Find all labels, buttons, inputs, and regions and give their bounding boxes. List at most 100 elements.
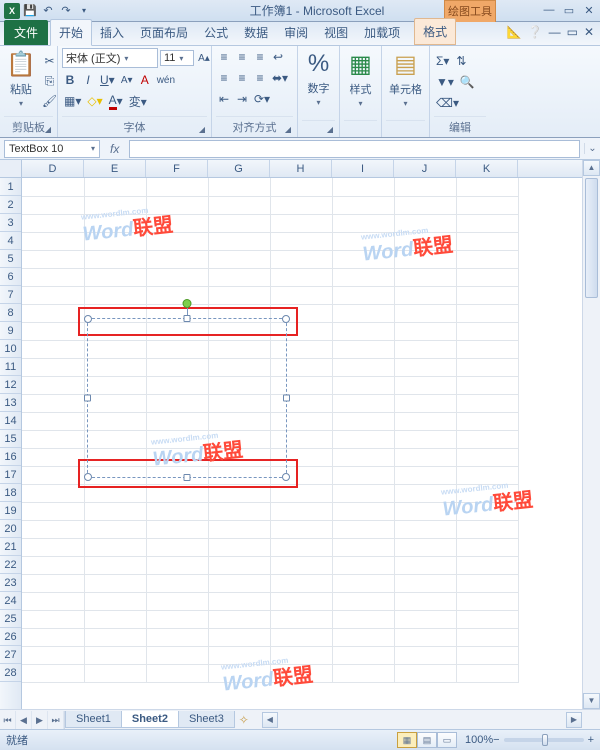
fill-icon[interactable]: ▼▾ <box>434 73 456 91</box>
scroll-up-button[interactable]: ▲ <box>583 160 600 176</box>
cell[interactable] <box>332 394 394 412</box>
cell[interactable] <box>332 520 394 538</box>
cell[interactable] <box>394 196 456 214</box>
sheet-tab-3[interactable]: Sheet3 <box>178 711 235 728</box>
cell[interactable] <box>208 628 270 646</box>
cell[interactable] <box>456 574 518 592</box>
cell[interactable] <box>84 232 146 250</box>
cell[interactable] <box>270 214 332 232</box>
cell[interactable] <box>394 664 456 682</box>
cell[interactable] <box>394 340 456 358</box>
cell[interactable] <box>332 268 394 286</box>
cut-icon[interactable]: ✂ <box>40 52 59 70</box>
scroll-right-button[interactable]: ▶ <box>566 712 582 728</box>
cell[interactable] <box>456 412 518 430</box>
cell[interactable] <box>456 178 518 196</box>
cell[interactable] <box>208 502 270 520</box>
cell[interactable] <box>146 592 208 610</box>
wrap-text-icon[interactable]: ↩ <box>270 48 286 66</box>
cell[interactable] <box>394 556 456 574</box>
zoom-out-button[interactable]: − <box>493 734 499 746</box>
cell[interactable] <box>208 214 270 232</box>
textbox-shape[interactable] <box>87 318 287 478</box>
cell[interactable] <box>22 232 84 250</box>
save-icon[interactable]: 💾 <box>22 3 38 19</box>
cell[interactable] <box>332 430 394 448</box>
row-header-10[interactable]: 10 <box>0 340 21 358</box>
row-header-7[interactable]: 7 <box>0 286 21 304</box>
cell[interactable] <box>456 232 518 250</box>
autosum-icon[interactable]: Σ▾ <box>434 52 451 70</box>
page-break-view-button[interactable]: ▭ <box>437 732 457 748</box>
align-middle-icon[interactable]: ≡ <box>234 48 250 66</box>
row-header-18[interactable]: 18 <box>0 484 21 502</box>
cell[interactable] <box>84 646 146 664</box>
styles-button[interactable]: ▦样式▾ <box>344 48 377 110</box>
grow-font-icon[interactable]: A▴ <box>196 49 212 67</box>
cell[interactable] <box>270 232 332 250</box>
cell[interactable] <box>332 376 394 394</box>
cell[interactable] <box>456 250 518 268</box>
cell[interactable] <box>22 394 84 412</box>
cell[interactable] <box>22 538 84 556</box>
cell[interactable] <box>208 232 270 250</box>
cell[interactable] <box>332 664 394 682</box>
cell[interactable] <box>332 232 394 250</box>
zoom-thumb[interactable] <box>542 734 548 746</box>
cell[interactable] <box>456 196 518 214</box>
cell[interactable] <box>332 538 394 556</box>
scroll-thumb[interactable] <box>585 178 598 298</box>
font-color-icon[interactable]: A▾ <box>107 92 125 110</box>
cell[interactable] <box>394 592 456 610</box>
cell[interactable] <box>456 322 518 340</box>
cell[interactable] <box>394 538 456 556</box>
fill-color-icon[interactable]: ◇▾ <box>85 92 104 110</box>
cell[interactable] <box>456 376 518 394</box>
paste-button[interactable]: 📋 粘贴 ▾ <box>4 48 38 110</box>
col-header-F[interactable]: F <box>146 160 208 177</box>
tab-insert[interactable]: 插入 <box>92 20 132 45</box>
cell[interactable] <box>146 214 208 232</box>
cell[interactable] <box>394 214 456 232</box>
tab-addins[interactable]: 加载项 <box>356 20 408 45</box>
row-header-17[interactable]: 17 <box>0 466 21 484</box>
row-header-19[interactable]: 19 <box>0 502 21 520</box>
cell[interactable] <box>208 556 270 574</box>
tab-view[interactable]: 视图 <box>316 20 356 45</box>
tab-home[interactable]: 开始 <box>50 19 92 46</box>
cell[interactable] <box>456 286 518 304</box>
align-center-icon[interactable]: ≡ <box>234 69 250 87</box>
cell[interactable] <box>332 286 394 304</box>
cell[interactable] <box>456 214 518 232</box>
cell[interactable] <box>84 664 146 682</box>
tab-file[interactable]: 文件 <box>4 20 48 45</box>
underline-button[interactable]: U▾ <box>98 71 117 89</box>
resize-handle-se[interactable] <box>282 473 290 481</box>
resize-handle-s[interactable] <box>184 474 191 481</box>
doc-restore-button[interactable]: ▭ <box>567 25 578 39</box>
sheet-nav-first[interactable]: ⏮ <box>0 711 16 729</box>
cell[interactable] <box>456 664 518 682</box>
row-header-11[interactable]: 11 <box>0 358 21 376</box>
cell[interactable] <box>394 394 456 412</box>
cell[interactable] <box>146 232 208 250</box>
cell[interactable] <box>332 646 394 664</box>
zoom-in-button[interactable]: + <box>588 734 594 746</box>
align-right-icon[interactable]: ≡ <box>252 69 268 87</box>
row-header-28[interactable]: 28 <box>0 664 21 682</box>
cell[interactable] <box>146 250 208 268</box>
cell[interactable] <box>456 646 518 664</box>
cell[interactable] <box>394 574 456 592</box>
clear-icon[interactable]: ⌫▾ <box>434 94 461 112</box>
cell[interactable] <box>456 268 518 286</box>
row-header-6[interactable]: 6 <box>0 268 21 286</box>
cell[interactable] <box>270 178 332 196</box>
row-header-21[interactable]: 21 <box>0 538 21 556</box>
cell[interactable] <box>394 448 456 466</box>
cell[interactable] <box>84 196 146 214</box>
cell[interactable] <box>456 304 518 322</box>
row-header-2[interactable]: 2 <box>0 196 21 214</box>
cell[interactable] <box>332 196 394 214</box>
cell[interactable] <box>146 268 208 286</box>
cell[interactable] <box>332 574 394 592</box>
